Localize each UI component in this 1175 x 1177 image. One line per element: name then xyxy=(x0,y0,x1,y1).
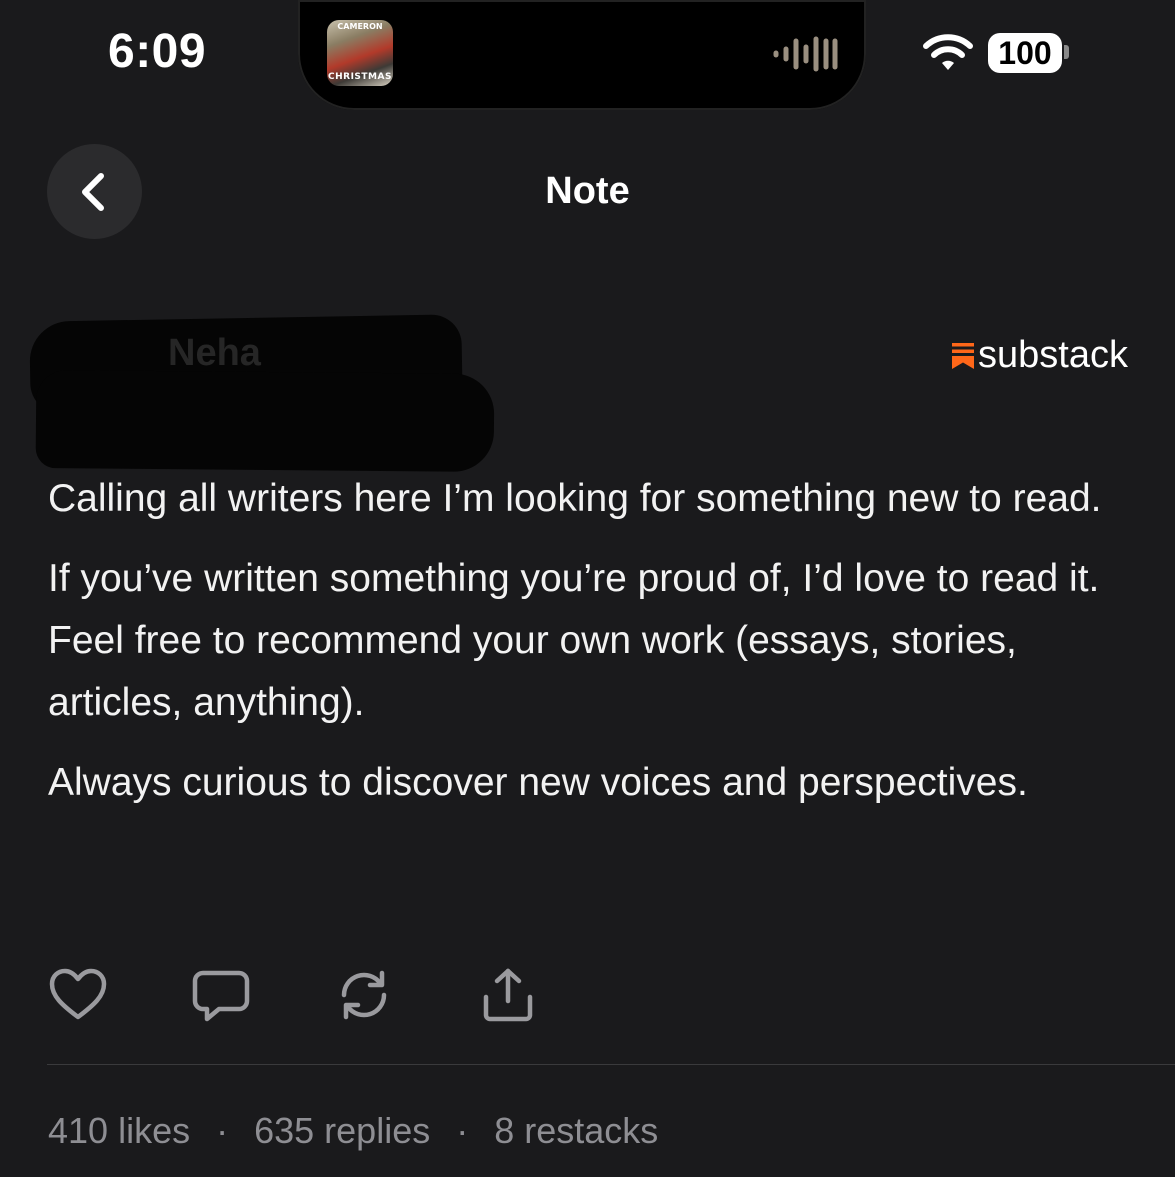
artwork-top-text: CAMERON xyxy=(337,22,383,31)
artwork-caption: CHRISTMAS xyxy=(328,72,392,82)
audio-waveform-icon xyxy=(773,36,838,72)
note-paragraph: If you’ve written something you’re proud… xyxy=(48,557,1100,724)
restacks-count[interactable]: 8 restacks xyxy=(494,1110,658,1152)
battery-indicator: 100 xyxy=(988,33,1062,73)
like-button[interactable] xyxy=(47,964,109,1026)
note-paragraph: Calling all writers here I’m looking for… xyxy=(48,477,1102,520)
now-playing-artwork[interactable]: CAMERON CHRISTMAS xyxy=(327,20,393,86)
heart-icon xyxy=(49,968,107,1020)
restack-button[interactable] xyxy=(333,964,395,1026)
likes-count[interactable]: 410 likes xyxy=(48,1110,190,1152)
restack-icon xyxy=(341,970,387,1020)
substack-wordmark: substack xyxy=(978,334,1128,376)
stats-separator: · xyxy=(456,1110,469,1151)
engagement-stats: 410 likes · 635 replies · 8 restacks xyxy=(48,1110,658,1152)
note-body: Calling all writers here I’m looking for… xyxy=(48,468,1138,832)
replies-count[interactable]: 635 replies xyxy=(254,1110,430,1152)
reply-button[interactable] xyxy=(190,964,252,1026)
wifi-icon xyxy=(923,34,973,70)
redaction-mark xyxy=(35,370,495,472)
status-time: 6:09 xyxy=(108,25,207,78)
share-button[interactable] xyxy=(477,964,539,1026)
substack-badge[interactable]: substack xyxy=(952,334,1128,377)
battery-nub xyxy=(1064,45,1069,59)
substack-logo-icon xyxy=(952,342,974,369)
author-name-overlay: Neha xyxy=(168,332,261,374)
share-icon xyxy=(483,968,533,1022)
note-paragraph: Always curious to discover new voices an… xyxy=(48,761,1028,804)
comment-icon xyxy=(192,970,250,1022)
divider xyxy=(47,1064,1175,1065)
stats-separator: · xyxy=(216,1110,229,1151)
page-title: Note xyxy=(545,170,630,212)
